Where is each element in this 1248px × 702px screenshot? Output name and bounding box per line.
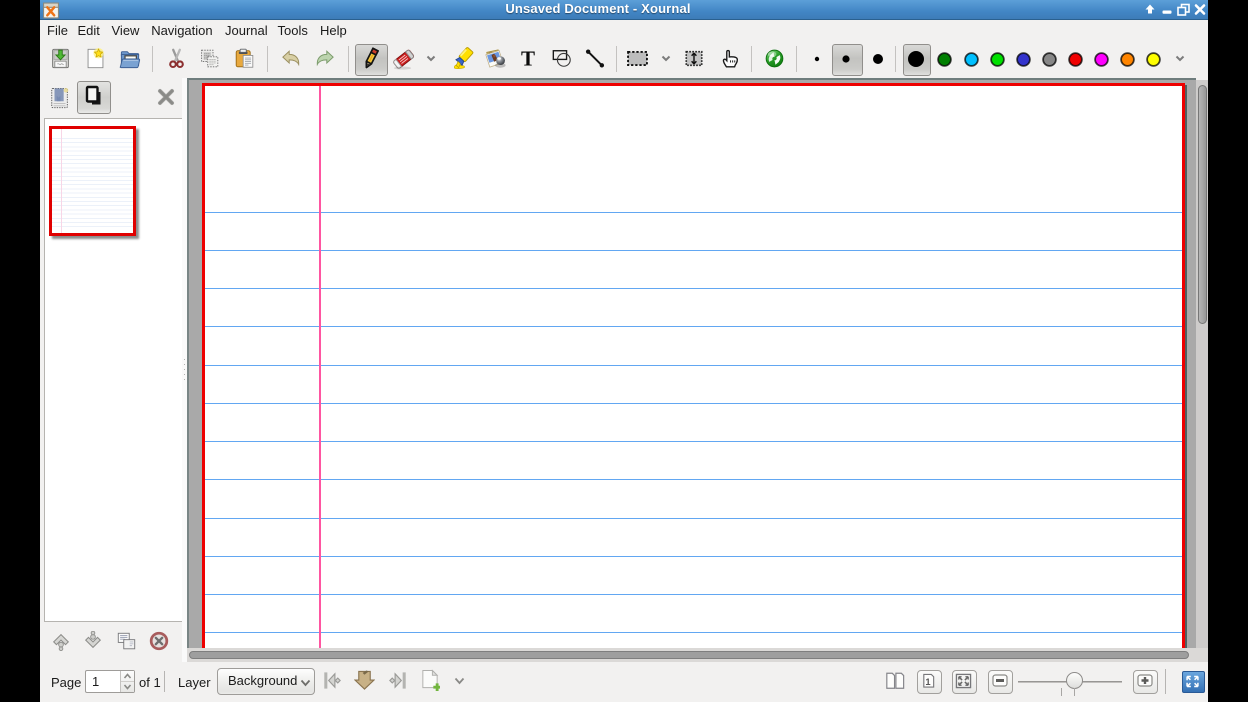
svg-text:1: 1 <box>925 677 930 687</box>
svg-text:T: T <box>521 48 535 69</box>
